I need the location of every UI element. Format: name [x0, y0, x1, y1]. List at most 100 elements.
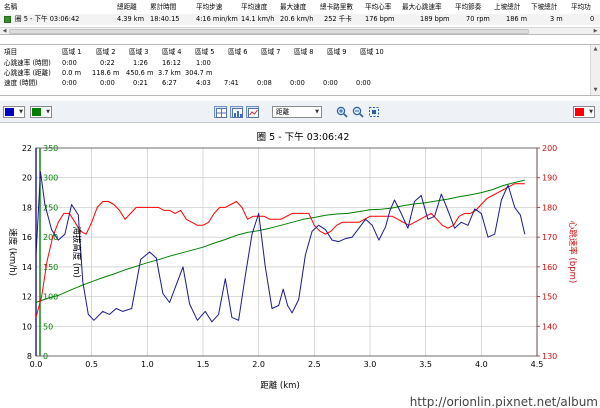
zone-row-hr-distance[interactable]: 心跳速率 (距離) 0.0 m 118.6 m 450.6 m 3.7 km 3…: [0, 68, 590, 78]
lap-chart-svg[interactable]: 圈 5 - 下午 03:06:42 0.0 0.5 1.0 1.5 2.0 2.5 3.0 3…: [0, 124, 600, 408]
zone-header-item[interactable]: 項目: [4, 47, 17, 57]
speed-tick-label: 8: [27, 352, 32, 361]
lap-time: 18:40.15: [150, 15, 180, 23]
zone-header-5[interactable]: 區域 5: [195, 47, 214, 57]
plot-area[interactable]: [36, 148, 537, 356]
elevation-tick-label: 0: [43, 352, 48, 361]
zone-cell: 0:00: [356, 79, 371, 87]
heart-rate-tick-label: 150: [542, 293, 557, 302]
zone-cell: 0:00: [290, 79, 305, 87]
zone-cell: 0.0 m: [62, 69, 82, 77]
x-tick-label: 2.5: [308, 360, 321, 369]
lap-name: 圈 5 - 下午 03:06:42: [15, 15, 80, 23]
chart-view-button-1[interactable]: [214, 106, 227, 118]
zone-row-hr-time[interactable]: 心跳速率 (時間) 0:00 0:22 1:26 16:12 1:00: [0, 58, 590, 68]
zoom-out-icon[interactable]: [352, 106, 364, 118]
scroll-up-arrow-icon[interactable]: ▲: [591, 45, 600, 54]
heart-rate-tick-label: 200: [542, 144, 557, 153]
chart-view-button-2[interactable]: [230, 106, 243, 118]
zone-cell: 1:00: [196, 59, 211, 67]
heart-rate-tick-label: 190: [542, 174, 557, 183]
elevation-color-swatch: [32, 108, 41, 116]
x-tick-label: 3.0: [364, 360, 377, 369]
zone-header-4[interactable]: 區域 4: [162, 47, 181, 57]
lap-max-hr: 189 bpm: [420, 15, 450, 23]
zone-header-8[interactable]: 區域 8: [294, 47, 313, 57]
speed-color-picker[interactable]: ▼: [3, 106, 25, 118]
heart-rate-tick-label: 180: [542, 203, 557, 212]
zone-row-speed-time[interactable]: 速度 (時間) 0:00 0:00 0:21 6:27 4:03 7:41 0:…: [0, 78, 590, 88]
zone-header-3[interactable]: 區域 3: [129, 47, 148, 57]
scroll-right-arrow-icon[interactable]: ▶: [592, 28, 599, 34]
column-header-name[interactable]: 名稱: [4, 2, 17, 13]
speed-axis-label: 速度 (km/h): [7, 228, 18, 276]
zone-cell: 6:27: [162, 79, 177, 87]
lap-flag-icon: [4, 16, 11, 23]
zone-header-6[interactable]: 區域 6: [228, 47, 247, 57]
chevron-down-icon: ▼: [315, 109, 319, 115]
column-header-max-speed[interactable]: 最大速度: [280, 2, 306, 13]
column-header-max-hr[interactable]: 最大心跳速率: [402, 2, 442, 13]
column-header-avg-pace[interactable]: 平均步速: [196, 2, 222, 13]
column-header-ascent[interactable]: 上坡總計: [494, 2, 520, 13]
x-tick-label: 0.5: [85, 360, 98, 369]
zone-header-7[interactable]: 區域 7: [261, 47, 280, 57]
heart-rate-axis-label: 心跳速率 (bpm): [567, 221, 578, 283]
zone-cell: 0:00: [62, 59, 77, 67]
zone-cell: 4:03: [196, 79, 211, 87]
zone-cell: 0:00: [100, 79, 115, 87]
column-header-descent[interactable]: 下坡總計: [531, 2, 557, 13]
zone-header-1[interactable]: 區域 1: [62, 47, 81, 57]
watermark: http://orionlin.pixnet.net/album: [410, 395, 598, 408]
x-axis-label: 距離 (km): [260, 380, 300, 391]
scroll-down-arrow-icon[interactable]: ▼: [591, 86, 600, 95]
lap-summary-header-row: 名稱 總距離 累計時間 平均步速 平均速度 最大速度 總卡路里數 平均心率 最大…: [0, 2, 600, 13]
column-header-time[interactable]: 累計時間: [150, 2, 176, 13]
elevation-color-picker[interactable]: ▼: [30, 106, 52, 118]
speed-tick-label: 14: [22, 263, 32, 272]
column-header-avg-speed[interactable]: 平均速度: [241, 2, 267, 13]
x-tick-label: 1.0: [141, 360, 154, 369]
heart-rate-color-picker[interactable]: ▼: [573, 106, 595, 118]
speed-tick-label: 16: [22, 233, 32, 242]
elevation-tick-label: 50: [43, 322, 53, 331]
zone-header-10[interactable]: 區域 10: [360, 47, 384, 57]
zone-cell: 450.6 m: [126, 69, 154, 77]
lap-distance: 4.39 km: [117, 15, 145, 23]
horizontal-scrollbar[interactable]: ◀ ▶: [0, 27, 600, 34]
lap-chart[interactable]: 圈 5 - 下午 03:06:42 0.0 0.5 1.0 1.5 2.0 2.5 3.0 3…: [0, 124, 600, 408]
chart-grid-icon: [216, 108, 227, 118]
zone-header-9[interactable]: 區域 9: [327, 47, 346, 57]
scrollbar-thumb[interactable]: [9, 29, 529, 34]
chevron-down-icon: ▼: [589, 109, 593, 115]
column-header-calories[interactable]: 總卡路里數: [320, 2, 353, 13]
x-tick-label: 0.0: [30, 360, 43, 369]
x-tick-label: 1.5: [197, 360, 210, 369]
zone-cell: 0:00: [62, 79, 77, 87]
column-header-avg-hr[interactable]: 平均心率: [365, 2, 391, 13]
chart-view-button-3[interactable]: [246, 106, 259, 118]
zone-header-2[interactable]: 區域 2: [96, 47, 115, 57]
heart-rate-tick-label: 140: [542, 322, 557, 331]
zone-header-row: 項目 區域 1 區域 2 區域 3 區域 4 區域 5 區域 6 區域 7 區域…: [0, 47, 590, 57]
elevation-tick-label: 350: [43, 144, 58, 153]
lap-ascent: 186 m: [506, 15, 528, 23]
column-header-distance[interactable]: 總距離: [117, 2, 137, 13]
lap-summary-row[interactable]: 圈 5 - 下午 03:06:42 4.39 km 18:40.15 4:16 …: [0, 14, 600, 25]
speed-tick-label: 12: [22, 293, 32, 302]
x-axis-mode-select[interactable]: 距離 ▼: [272, 106, 322, 118]
chart-bars-icon: [232, 108, 243, 118]
x-tick-label: 4.5: [531, 360, 544, 369]
column-header-cadence[interactable]: 平均節奏: [455, 2, 481, 13]
zone-table: 項目 區域 1 區域 2 區域 3 區域 4 區域 5 區域 6 區域 7 區域…: [0, 44, 600, 96]
chart-line-icon: [248, 108, 259, 118]
lap-summary-table: 名稱 總距離 累計時間 平均步速 平均速度 最大速度 總卡路里數 平均心率 最大…: [0, 0, 600, 35]
zone-row-label: 速度 (時間): [4, 79, 38, 87]
vertical-scrollbar[interactable]: ▲ ▼: [590, 45, 600, 95]
zoom-in-icon[interactable]: [336, 106, 348, 118]
zoom-fit-icon[interactable]: [368, 106, 380, 118]
x-tick-label: 2.0: [252, 360, 265, 369]
column-header-avg-power[interactable]: 平均功: [571, 2, 591, 13]
heart-rate-tick-label: 170: [542, 233, 557, 242]
scroll-left-arrow-icon[interactable]: ◀: [1, 28, 8, 34]
